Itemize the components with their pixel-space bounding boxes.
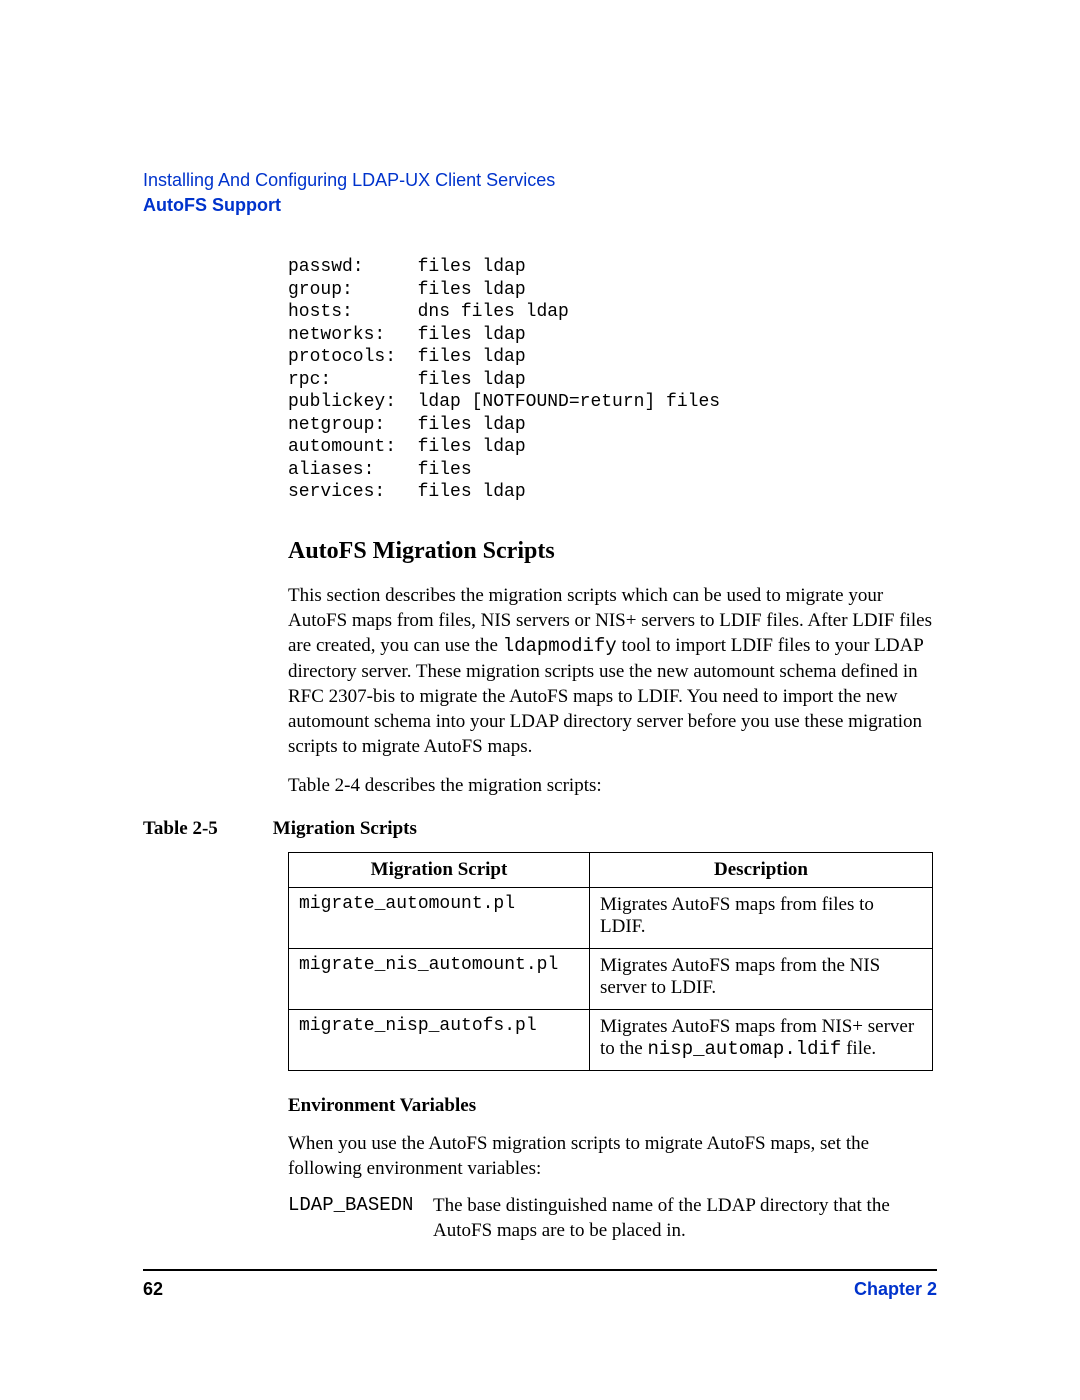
table-header-desc: Description <box>590 853 933 888</box>
chapter-path: Installing And Configuring LDAP-UX Clien… <box>143 170 937 191</box>
table-row: migrate_nisp_autofs.pl Migrates AutoFS m… <box>289 1010 933 1071</box>
table-row: migrate_automount.pl Migrates AutoFS map… <box>289 888 933 949</box>
script-cell: migrate_nisp_autofs.pl <box>289 1010 590 1071</box>
document-page: Installing And Configuring LDAP-UX Clien… <box>0 0 1080 1400</box>
page-footer: 62 Chapter 2 <box>143 1279 937 1300</box>
desc-cell: Migrates AutoFS maps from NIS+ server to… <box>590 1010 933 1071</box>
table-label: Table 2-5 <box>143 818 218 840</box>
table-row: migrate_nis_automount.pl Migrates AutoFS… <box>289 949 933 1010</box>
paragraph-2: Table 2-4 describes the migration script… <box>288 773 937 798</box>
footer-rule <box>143 1269 937 1271</box>
table-caption: Migration Scripts <box>273 818 417 840</box>
table-label-row: Table 2-5 Migration Scripts <box>143 818 937 840</box>
env-key: LDAP_BASEDN <box>288 1193 433 1243</box>
env-vars-heading: Environment Variables <box>288 1095 937 1117</box>
env-val: The base distinguished name of the LDAP … <box>433 1193 937 1243</box>
script-cell: migrate_nis_automount.pl <box>289 949 590 1010</box>
desc-text-b: file. <box>841 1038 876 1059</box>
env-definition: LDAP_BASEDN The base distinguished name … <box>288 1193 937 1243</box>
ldapmodify-code: ldapmodify <box>503 635 617 657</box>
chapter-link[interactable]: Chapter 2 <box>854 1279 937 1300</box>
desc-code: nisp_automap.ldif <box>648 1038 842 1060</box>
page-number: 62 <box>143 1279 163 1300</box>
paragraph-1: This section describes the migration scr… <box>288 583 937 760</box>
section-name: AutoFS Support <box>143 195 937 216</box>
section-heading: AutoFS Migration Scripts <box>288 538 937 565</box>
desc-cell: Migrates AutoFS maps from files to LDIF. <box>590 888 933 949</box>
config-code-block: passwd: files ldap group: files ldap hos… <box>288 256 937 504</box>
script-cell: migrate_automount.pl <box>289 888 590 949</box>
table-header-script: Migration Script <box>289 853 590 888</box>
migration-scripts-table: Migration Script Description migrate_aut… <box>288 852 933 1071</box>
table-header-row: Migration Script Description <box>289 853 933 888</box>
desc-cell: Migrates AutoFS maps from the NIS server… <box>590 949 933 1010</box>
desc-text-a: Migrates AutoFS maps from files to LDIF. <box>600 894 874 937</box>
paragraph-3: When you use the AutoFS migration script… <box>288 1131 937 1181</box>
desc-text-a: Migrates AutoFS maps from the NIS server… <box>600 955 880 998</box>
